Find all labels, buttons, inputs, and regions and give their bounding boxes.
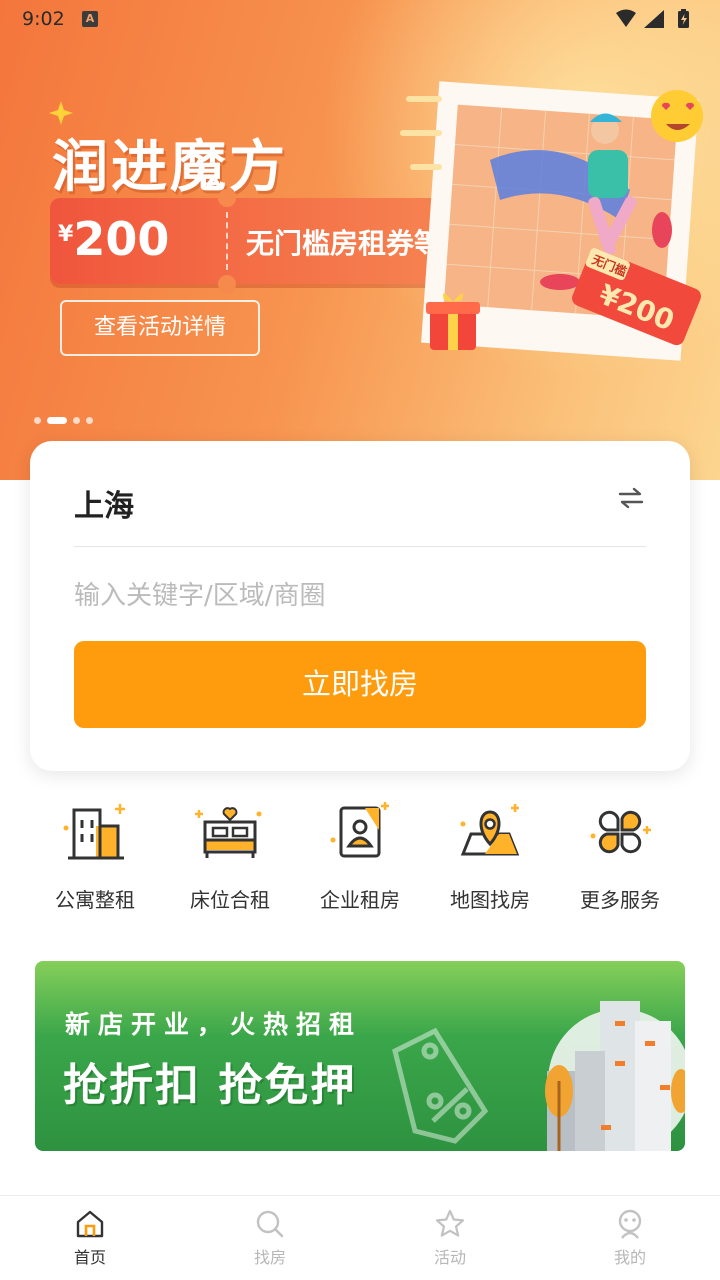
view-details-button[interactable]: 查看活动详情 xyxy=(60,300,260,356)
promo-headline: 抢折扣 抢免押 xyxy=(63,1060,357,1111)
swap-icon[interactable] xyxy=(616,483,646,513)
tab-home[interactable]: 首页 xyxy=(40,1208,140,1268)
coupon-amount: ¥200 xyxy=(58,212,218,266)
ticket-divider xyxy=(226,212,228,270)
service-map-search[interactable]: 地图找房 xyxy=(425,800,555,913)
id-card-icon xyxy=(330,802,389,858)
banner-illustration: 无门槛 ¥200 xyxy=(400,81,703,361)
wifi-icon xyxy=(616,9,636,27)
user-icon xyxy=(618,1209,642,1239)
tab-label: 找房 xyxy=(253,1248,286,1267)
star-icon xyxy=(435,1209,465,1237)
carousel-dot xyxy=(34,417,41,424)
service-label: 地图找房 xyxy=(450,888,530,912)
status-time: 9:02 xyxy=(22,8,65,30)
building-icon xyxy=(63,804,125,860)
service-label: 公寓整租 xyxy=(55,888,135,912)
carousel-dot xyxy=(73,417,80,424)
hero-banner[interactable]: 9:02 A 润进魔方 ¥200 无门槛房租券等你拿~ 查看活动详情 无门槛 ¥… xyxy=(0,0,720,480)
tab-profile[interactable]: 我的 xyxy=(580,1208,680,1268)
carousel-dot-active xyxy=(47,417,67,424)
search-icon xyxy=(256,1210,284,1238)
home-icon xyxy=(76,1210,104,1238)
service-label: 床位合租 xyxy=(190,888,270,912)
bottom-navigation: 首页 找房 活动 我的 xyxy=(0,1195,720,1280)
ticket-notch xyxy=(218,189,236,207)
service-label: 更多服务 xyxy=(580,888,660,912)
status-bar: 9:02 A xyxy=(0,0,720,40)
service-shared-bed[interactable]: 床位合租 xyxy=(165,800,295,913)
tab-find-room[interactable]: 找房 xyxy=(220,1208,320,1268)
coupon-value: 200 xyxy=(73,212,170,266)
divider xyxy=(74,546,646,547)
carousel-dot xyxy=(86,417,93,424)
service-enterprise-rental[interactable]: 企业租房 xyxy=(295,800,425,913)
service-grid: 公寓整租 床位合租 企业租房 地图找房 更多服务 xyxy=(0,800,720,920)
grid-icon xyxy=(590,810,651,854)
tab-activity[interactable]: 活动 xyxy=(400,1208,500,1268)
service-label: 企业租房 xyxy=(320,888,400,912)
promo-subtitle: 新店开业，火热招租 xyxy=(65,1010,363,1039)
coupon-currency: ¥ xyxy=(58,222,74,247)
search-card: 上海 立即找房 xyxy=(30,441,690,771)
signal-icon xyxy=(644,10,664,28)
price-tag-icon xyxy=(392,1027,489,1144)
banner-title: 润进魔方 xyxy=(52,135,288,200)
status-icons xyxy=(616,9,689,28)
promo-banner[interactable]: 新店开业，火热招租 抢折扣 抢免押 xyxy=(35,961,685,1151)
ticket-notch xyxy=(218,275,236,293)
tab-label: 首页 xyxy=(73,1248,106,1267)
notification-badge-icon: A xyxy=(82,11,98,27)
bed-icon xyxy=(195,807,262,858)
promo-illustration xyxy=(392,1001,685,1151)
map-pin-icon xyxy=(460,804,520,856)
find-room-button[interactable]: 立即找房 xyxy=(74,641,646,728)
keyword-search-input[interactable] xyxy=(74,571,646,621)
service-more[interactable]: 更多服务 xyxy=(555,800,685,913)
service-apartment-rental[interactable]: 公寓整租 xyxy=(30,800,160,913)
city-selector[interactable]: 上海 xyxy=(74,481,134,525)
tab-label: 我的 xyxy=(613,1248,646,1267)
carousel-indicator xyxy=(34,410,99,424)
tab-label: 活动 xyxy=(433,1248,466,1267)
